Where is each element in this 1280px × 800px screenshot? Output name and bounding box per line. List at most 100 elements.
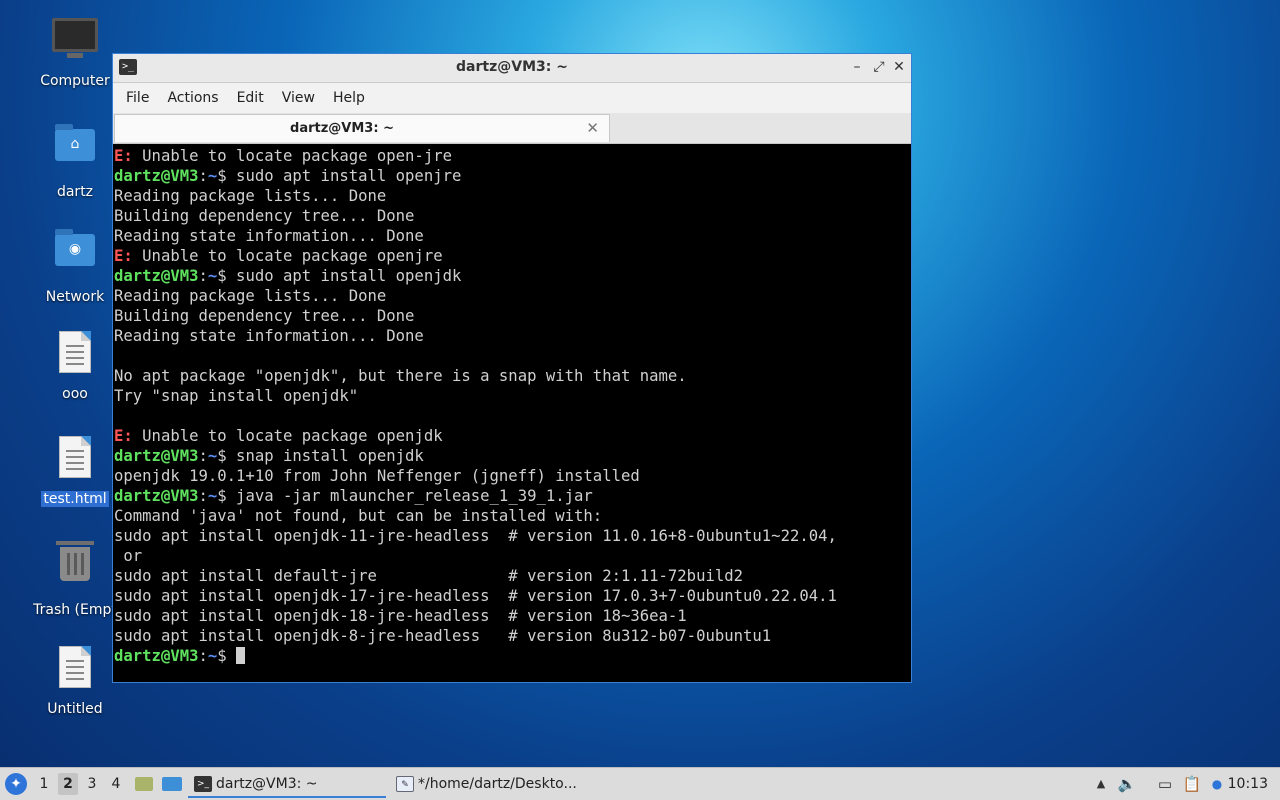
output-text: openjdk 19.0.1+10 from John Neffenger (j… xyxy=(114,467,640,485)
output-text: or xyxy=(114,547,143,565)
prompt-separator: : xyxy=(198,167,208,185)
prompt-user: dartz@VM3 xyxy=(114,167,199,185)
prompt-user: dartz@VM3 xyxy=(114,647,199,665)
desktop-icon-label: Network xyxy=(45,289,105,305)
show-desktop-icon[interactable] xyxy=(161,773,183,795)
terminal-line: sudo apt install openjdk-11-jre-headless… xyxy=(114,526,910,546)
tab-close-icon[interactable]: ✕ xyxy=(586,119,599,137)
terminal-line: sudo apt install openjdk-17-jre-headless… xyxy=(114,586,910,606)
output-text: Reading state information... Done xyxy=(114,327,424,345)
desktop-icon-test-html[interactable]: test.html xyxy=(25,434,125,507)
trash-icon xyxy=(51,541,99,595)
prompt-path: ~ xyxy=(207,647,218,665)
output-text: Reading state information... Done xyxy=(114,227,424,245)
workspace-3[interactable]: 3 xyxy=(82,773,102,795)
minimize-button[interactable]: – xyxy=(847,57,867,77)
terminal-line: Command 'java' not found, but can be ins… xyxy=(114,506,910,526)
menu-file[interactable]: File xyxy=(117,90,158,106)
menu-bar: File Actions Edit View Help xyxy=(113,83,911,113)
output-text: sudo apt install default-jre # version 2… xyxy=(114,567,744,585)
terminal-line: dartz@VM3:~$ sudo apt install openjdk xyxy=(114,266,910,286)
clipboard-icon[interactable]: 📋 xyxy=(1181,773,1203,795)
prompt-user: dartz@VM3 xyxy=(114,487,199,505)
output-text: Try "snap install openjdk" xyxy=(114,387,359,405)
desktop-icon-ooo[interactable]: ooo xyxy=(25,329,125,402)
command-text: $ snap install openjdk xyxy=(217,447,424,465)
prompt-path: ~ xyxy=(207,167,218,185)
window-title: dartz@VM3: ~ xyxy=(456,59,568,75)
task-label: */home/dartz/Deskto... xyxy=(418,776,577,792)
prompt-path: ~ xyxy=(207,487,218,505)
workspace-4[interactable]: 4 xyxy=(106,773,126,795)
terminal-line: E: Unable to locate package openjdk xyxy=(114,426,910,446)
desktop-icon-label: Trash (Empt xyxy=(33,602,117,618)
command-text: $ sudo apt install openjre xyxy=(217,167,462,185)
terminal-line: dartz@VM3:~$ xyxy=(114,646,910,666)
terminal-line: sudo apt install openjdk-18-jre-headless… xyxy=(114,606,910,626)
computer-icon xyxy=(51,18,99,66)
desktop-icon-label: Untitled xyxy=(47,701,103,717)
command-text: $ java -jar mlauncher_release_1_39_1.jar xyxy=(217,487,593,505)
taskbar-task-text-editor[interactable]: ✎ */home/dartz/Deskto... xyxy=(390,770,590,798)
error-prefix: E: xyxy=(114,147,133,165)
update-notifier-icon[interactable]: ● xyxy=(1206,773,1228,795)
workspace-2[interactable]: 2 xyxy=(58,773,78,795)
output-text: Command 'java' not found, but can be ins… xyxy=(114,507,603,525)
output-text: sudo apt install openjdk-17-jre-headless… xyxy=(114,587,837,605)
menu-edit[interactable]: Edit xyxy=(228,90,273,106)
error-prefix: E: xyxy=(114,247,133,265)
text-editor-icon: ✎ xyxy=(396,776,414,792)
output-text: sudo apt install openjdk-11-jre-headless… xyxy=(114,527,837,545)
menu-help[interactable]: Help xyxy=(324,90,374,106)
menu-view[interactable]: View xyxy=(273,90,324,106)
app-menu-icon[interactable]: ✦ xyxy=(5,773,27,795)
output-text: No apt package "openjdk", but there is a… xyxy=(114,367,687,385)
desktop-icon-label: dartz xyxy=(56,184,94,200)
terminal-line: dartz@VM3:~$ java -jar mlauncher_release… xyxy=(114,486,910,506)
prompt-path: ~ xyxy=(207,267,218,285)
terminal-line: dartz@VM3:~$ sudo apt install openjre xyxy=(114,166,910,186)
terminal-line: No apt package "openjdk", but there is a… xyxy=(114,366,910,386)
output-text: sudo apt install openjdk-18-jre-headless… xyxy=(114,607,687,625)
output-text: Unable to locate package open-jre xyxy=(132,147,452,165)
close-button[interactable]: ✕ xyxy=(889,57,909,77)
terminal-line: Reading state information... Done xyxy=(114,226,910,246)
terminal-line: E: Unable to locate package openjre xyxy=(114,246,910,266)
output-text: sudo apt install openjdk-8-jre-headless … xyxy=(114,627,772,645)
window-titlebar[interactable]: >_ dartz@VM3: ~ – ⤢ ✕ xyxy=(113,54,911,83)
terminal-output[interactable]: E: Unable to locate package open-jre dart… xyxy=(114,146,910,681)
terminal-cursor xyxy=(236,647,246,664)
terminal-tab[interactable]: dartz@VM3: ~ ✕ xyxy=(114,114,610,142)
network-status-icon[interactable]: ▭ xyxy=(1154,773,1176,795)
volume-icon[interactable]: 🔈 xyxy=(1116,773,1138,795)
output-text: Reading package lists... Done xyxy=(114,287,387,305)
terminal-line: E: Unable to locate package open-jre xyxy=(114,146,910,166)
desktop-icon-computer[interactable]: Computer xyxy=(25,14,125,89)
desktop-icon-label: Computer xyxy=(40,73,110,89)
terminal-icon: >_ xyxy=(194,776,212,792)
desktop-icon-home[interactable]: ⌂ dartz xyxy=(25,119,125,200)
terminal-line: dartz@VM3:~$ snap install openjdk xyxy=(114,446,910,466)
taskbar-task-terminal[interactable]: >_ dartz@VM3: ~ xyxy=(188,770,386,798)
tab-title: dartz@VM3: ~ xyxy=(290,121,394,136)
command-text: $ xyxy=(217,647,237,665)
workspace-1[interactable]: 1 xyxy=(34,773,54,795)
desktop-icon-network[interactable]: ◉ Network xyxy=(25,224,125,305)
terminal-line: openjdk 19.0.1+10 from John Neffenger (j… xyxy=(114,466,910,486)
prompt-user: dartz@VM3 xyxy=(114,267,199,285)
maximize-button[interactable]: ⤢ xyxy=(869,57,889,77)
menu-actions[interactable]: Actions xyxy=(158,90,227,106)
clock[interactable]: 10:13 xyxy=(1228,768,1268,800)
terminal-line: Try "snap install openjdk" xyxy=(114,386,910,406)
terminal-line: or xyxy=(114,546,910,566)
home-folder-icon: ⌂ xyxy=(51,124,99,177)
output-text: Unable to locate package openjdk xyxy=(132,427,443,445)
tray-up-arrow-icon[interactable]: ▲ xyxy=(1090,773,1112,795)
desktop-icon-trash[interactable]: Trash (Empt xyxy=(25,539,125,618)
text-file-icon xyxy=(51,331,99,379)
desktop-icon-untitled[interactable]: Untitled xyxy=(25,644,125,717)
file-manager-icon[interactable] xyxy=(133,773,155,795)
text-file-icon xyxy=(51,646,99,694)
